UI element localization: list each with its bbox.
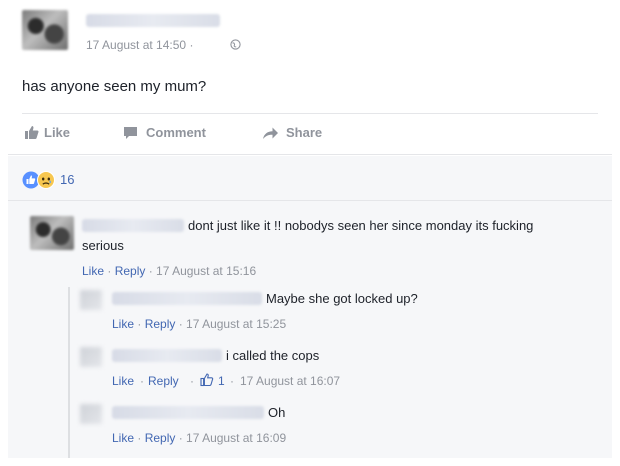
comments-divider [8,200,612,201]
comment-actions: Like · Reply · 17 August at 15:16 [82,264,257,278]
reply-like-link[interactable]: Like [112,317,134,331]
meta-separator: · [189,38,194,52]
reply-name-redacted[interactable] [112,406,264,419]
reply-reply-link[interactable]: Reply [145,431,176,445]
reply-text: Oh [268,405,286,420]
reply-timestamp[interactable]: 17 August at 16:09 [186,431,286,445]
comment-reply-link[interactable]: Reply [115,264,146,278]
reply-avatar[interactable] [80,404,102,424]
comment-text-line2: serious [82,238,124,253]
reply-actions: Like · Reply · 17 August at 16:09 [112,431,287,445]
comment-text-line1: dont just like it !! nobodys seen her si… [188,218,534,233]
like-action[interactable]: Like [22,124,92,142]
divider-top [22,113,598,114]
comment-like-link[interactable]: Like [82,264,104,278]
reply-timestamp[interactable]: 17 August at 15:25 [186,317,286,331]
comment-action-label: Comment [146,125,206,140]
reply-actions: Like · Reply · 17 August at 15:25 [112,317,287,331]
post-meta: 17 August at 14:50 · [86,38,193,52]
post-body: has anyone seen my mum? [22,78,207,95]
comment-icon [124,127,137,139]
commenter-name-redacted[interactable] [82,219,184,232]
poster-avatar[interactable] [22,10,68,50]
thumbs-up-outline-icon [200,373,214,387]
reply-reply-link[interactable]: Reply [145,317,176,331]
thumbs-up-icon [25,126,39,139]
share-action-label: Share [286,125,323,140]
post-timestamp[interactable]: 17 August at 14:50 [86,38,186,52]
reply-text: i called the cops [226,348,320,363]
reply-like-count[interactable]: 1 [218,374,225,388]
reactions-summary[interactable]: 16 [22,170,102,190]
reply-like-link[interactable]: Like [112,374,134,388]
reply-text: Maybe she got locked up? [266,291,418,306]
poster-name-redacted[interactable] [86,14,220,27]
post-card: 17 August at 14:50 · has anyone seen my … [8,0,612,458]
reply-thread-line [68,287,70,458]
comment-timestamp[interactable]: 17 August at 15:16 [156,264,256,278]
divider-bottom [8,154,612,155]
sad-reaction-icon [37,171,55,189]
commenter-avatar[interactable] [30,216,74,250]
reply-timestamp[interactable]: 17 August at 16:07 [240,374,340,388]
like-action-label: Like [44,125,71,140]
reply-reply-link[interactable]: Reply [148,374,179,388]
reply-name-redacted[interactable] [112,349,222,362]
reply-avatar[interactable] [80,347,102,367]
reply-name-redacted[interactable] [112,292,262,305]
share-action[interactable]: Share [260,124,350,142]
reply-actions: Like · Reply · 1 · 17 August at 16:07 [112,373,341,388]
reaction-count: 16 [60,172,75,187]
globe-icon [230,39,241,50]
reply-like-link[interactable]: Like [112,431,134,445]
comment-action[interactable]: Comment [120,124,230,142]
share-icon [263,127,278,139]
reply-avatar[interactable] [80,290,102,310]
